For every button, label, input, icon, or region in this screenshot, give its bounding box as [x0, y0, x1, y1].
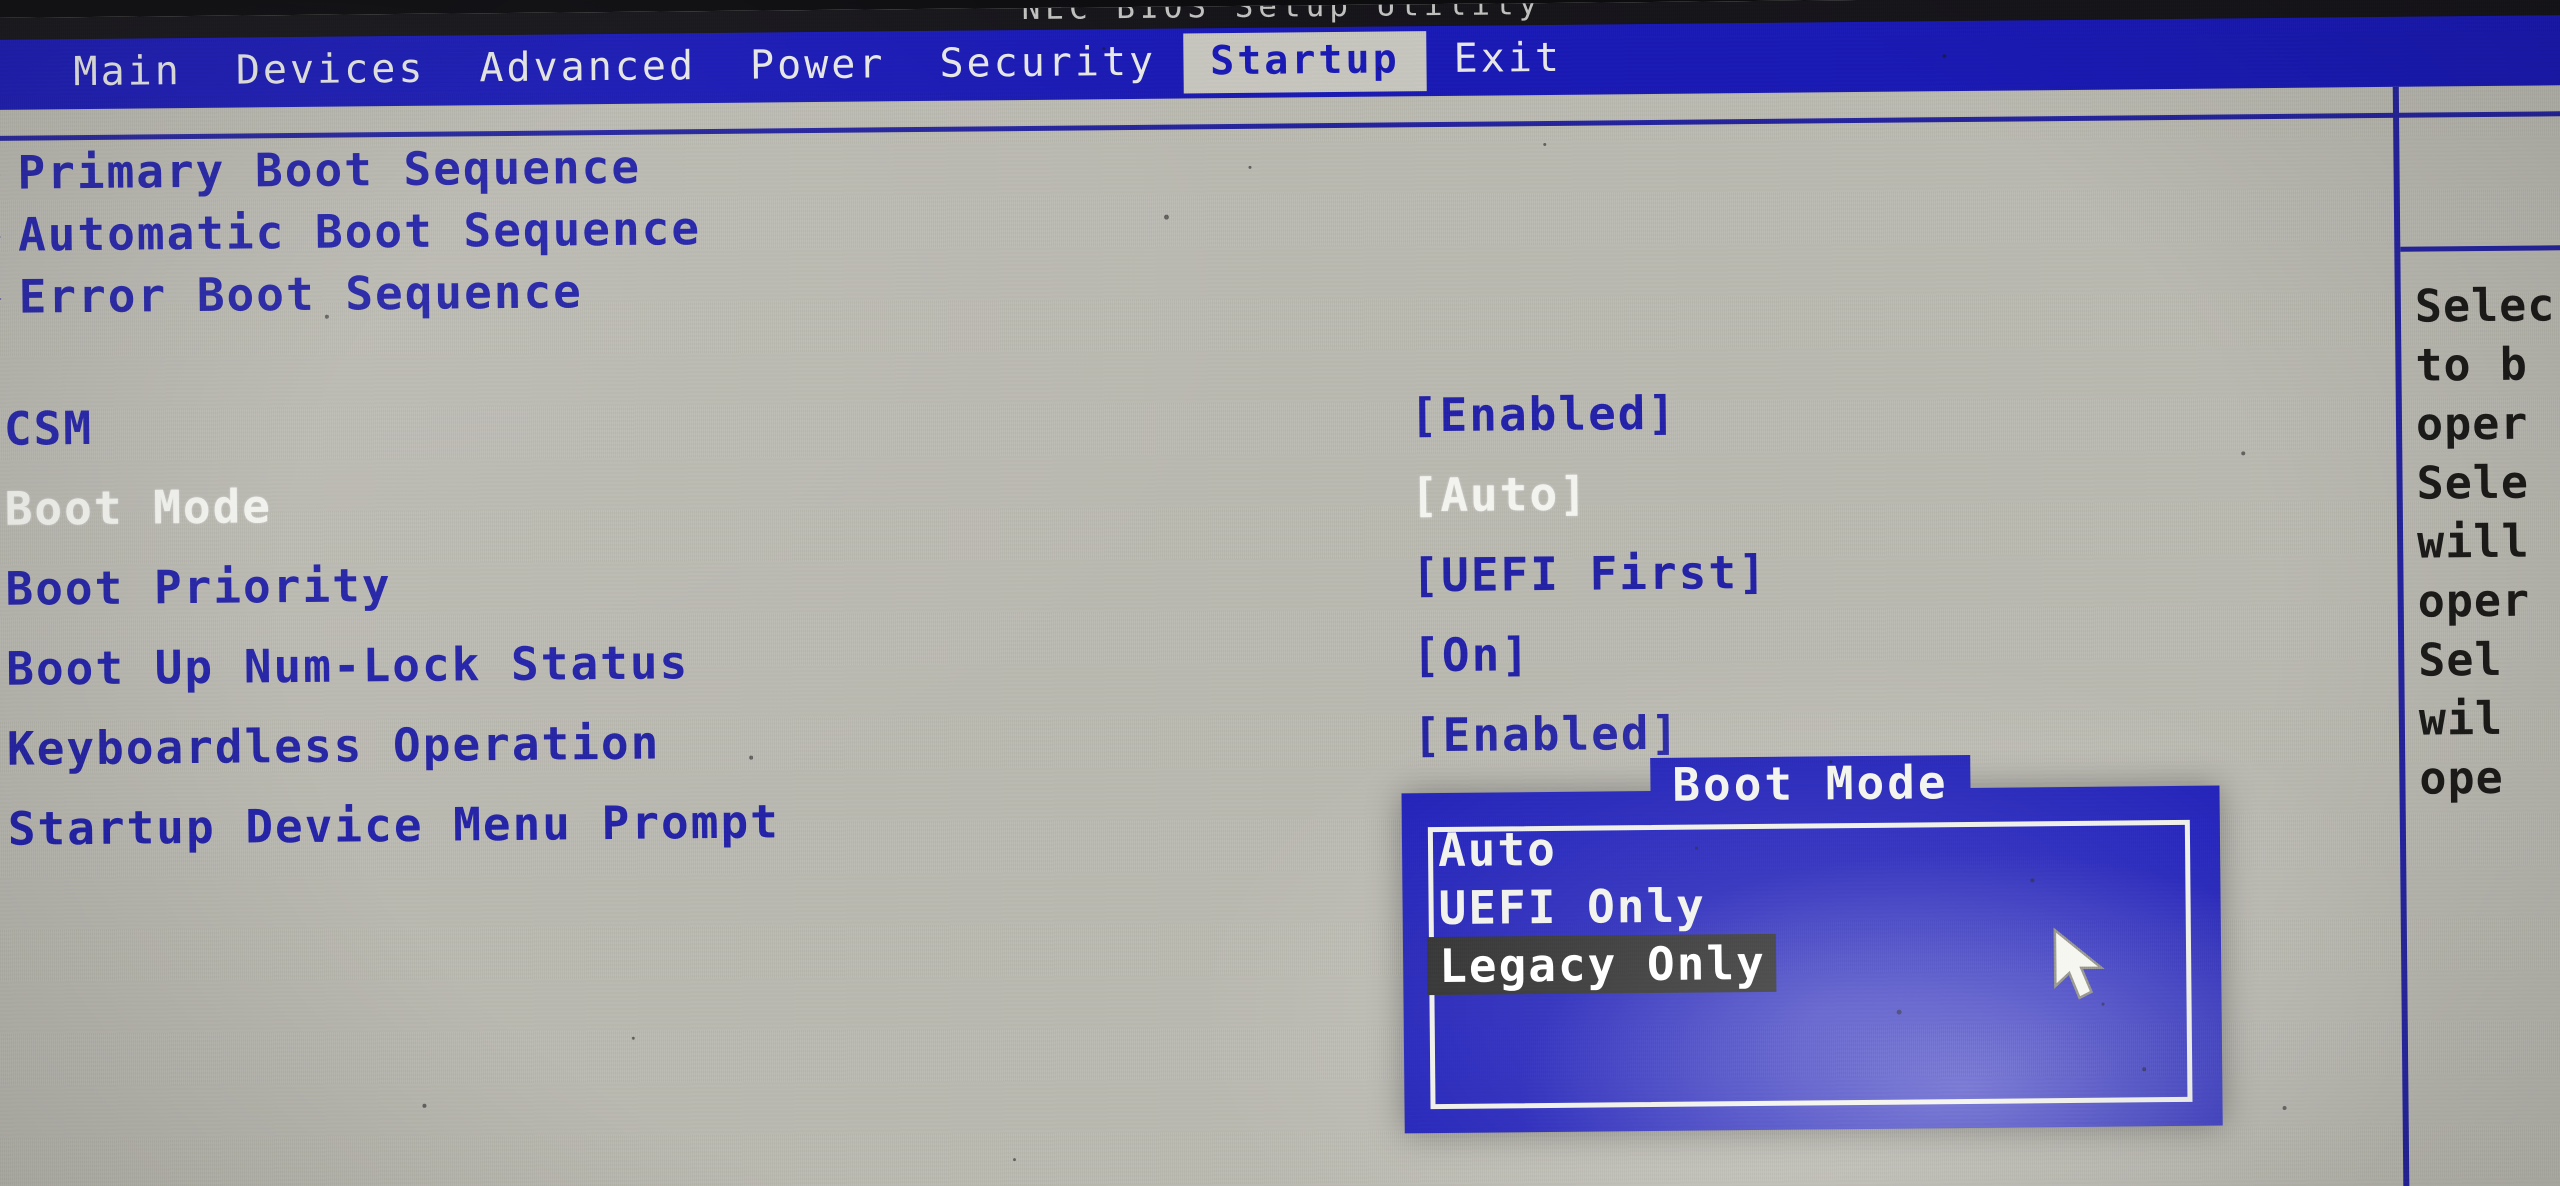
setting-label: CSM: [3, 400, 94, 456]
photo-of-screen: NEC BIOS Setup Utility Main Devices Advanc…: [0, 0, 2560, 1186]
setting-value[interactable]: [Enabled]: [1413, 706, 1681, 763]
tab-power[interactable]: Power: [723, 36, 913, 98]
tab-security[interactable]: Security: [912, 33, 1183, 96]
submenu-item-automatic-boot-sequence[interactable]: ▸ Automatic Boot Sequence: [0, 201, 701, 262]
help-text-line: will: [2416, 514, 2530, 569]
tab-startup[interactable]: Startup: [1182, 31, 1427, 94]
dialog-title: Boot Mode: [1401, 753, 2219, 815]
submenu-item-label: Primary Boot Sequence: [17, 139, 642, 200]
setting-row[interactable]: Boot Up Num-Lock Status [On]: [0, 619, 2388, 704]
submenu-item-primary-boot-sequence[interactable]: ▸ Primary Boot Sequence: [0, 140, 641, 200]
help-text-line: oper: [2415, 396, 2529, 451]
setting-row[interactable]: CSM [Enabled]: [0, 379, 2386, 464]
help-header-divider: [2400, 245, 2560, 252]
boot-mode-option-legacy-only[interactable]: Legacy Only: [1426, 933, 1777, 996]
setting-label: Startup Device Menu Prompt: [7, 794, 781, 856]
setting-row[interactable]: Boot Priority [UEFI First]: [0, 539, 2388, 624]
tab-main[interactable]: Main: [46, 43, 209, 105]
help-text-line: Sel: [2418, 632, 2503, 687]
boot-mode-option-list: Auto UEFI Only Legacy Only: [1426, 818, 1777, 996]
setting-label: Boot Priority: [5, 558, 392, 616]
chevron-right-icon: ▸: [0, 214, 5, 255]
boot-mode-dialog[interactable]: Boot Mode Auto UEFI Only Legacy Only: [1401, 754, 2223, 1134]
bios-screen: NEC BIOS Setup Utility Main Devices Advanc…: [0, 0, 2560, 1186]
help-text-line: ope: [2419, 750, 2504, 805]
setting-value[interactable]: [Enabled]: [1410, 386, 1678, 443]
submenu-item-label: Automatic Boot Sequence: [17, 201, 702, 262]
setting-row[interactable]: Boot Mode [Auto]: [0, 459, 2387, 544]
setting-label: Keyboardless Operation: [6, 715, 661, 776]
setting-label: Boot Up Num-Lock Status: [5, 635, 690, 696]
help-text-line: Sele: [2416, 455, 2530, 510]
submenu-item-label: Error Boot Sequence: [18, 264, 584, 324]
help-panel: Selec to b oper Sele will oper Sel wil ope: [2399, 85, 2560, 1186]
setting-value[interactable]: [On]: [1412, 627, 1531, 682]
boot-mode-option-auto[interactable]: Auto: [1426, 820, 1567, 879]
chevron-right-icon: ▸: [0, 276, 6, 317]
tab-exit[interactable]: Exit: [1426, 30, 1589, 92]
boot-mode-option-uefi-only[interactable]: UEFI Only: [1426, 876, 1716, 937]
setting-value[interactable]: [Auto]: [1410, 467, 1589, 523]
help-text-line: wil: [2418, 691, 2504, 746]
help-text: Selec to b oper Sele will oper Sel wil ope: [2415, 275, 2560, 808]
help-text-line: Selec: [2414, 278, 2556, 333]
tab-advanced[interactable]: Advanced: [452, 38, 723, 101]
setting-value[interactable]: [UEFI First]: [1411, 545, 1768, 602]
chevron-right-icon: ▸: [0, 152, 5, 193]
help-text-line: to b: [2415, 337, 2529, 392]
setting-label: Boot Mode: [4, 479, 273, 536]
tab-devices[interactable]: Devices: [209, 40, 453, 102]
submenu-item-error-boot-sequence[interactable]: ▸ Error Boot Sequence: [0, 264, 583, 324]
help-text-line: oper: [2417, 573, 2531, 628]
